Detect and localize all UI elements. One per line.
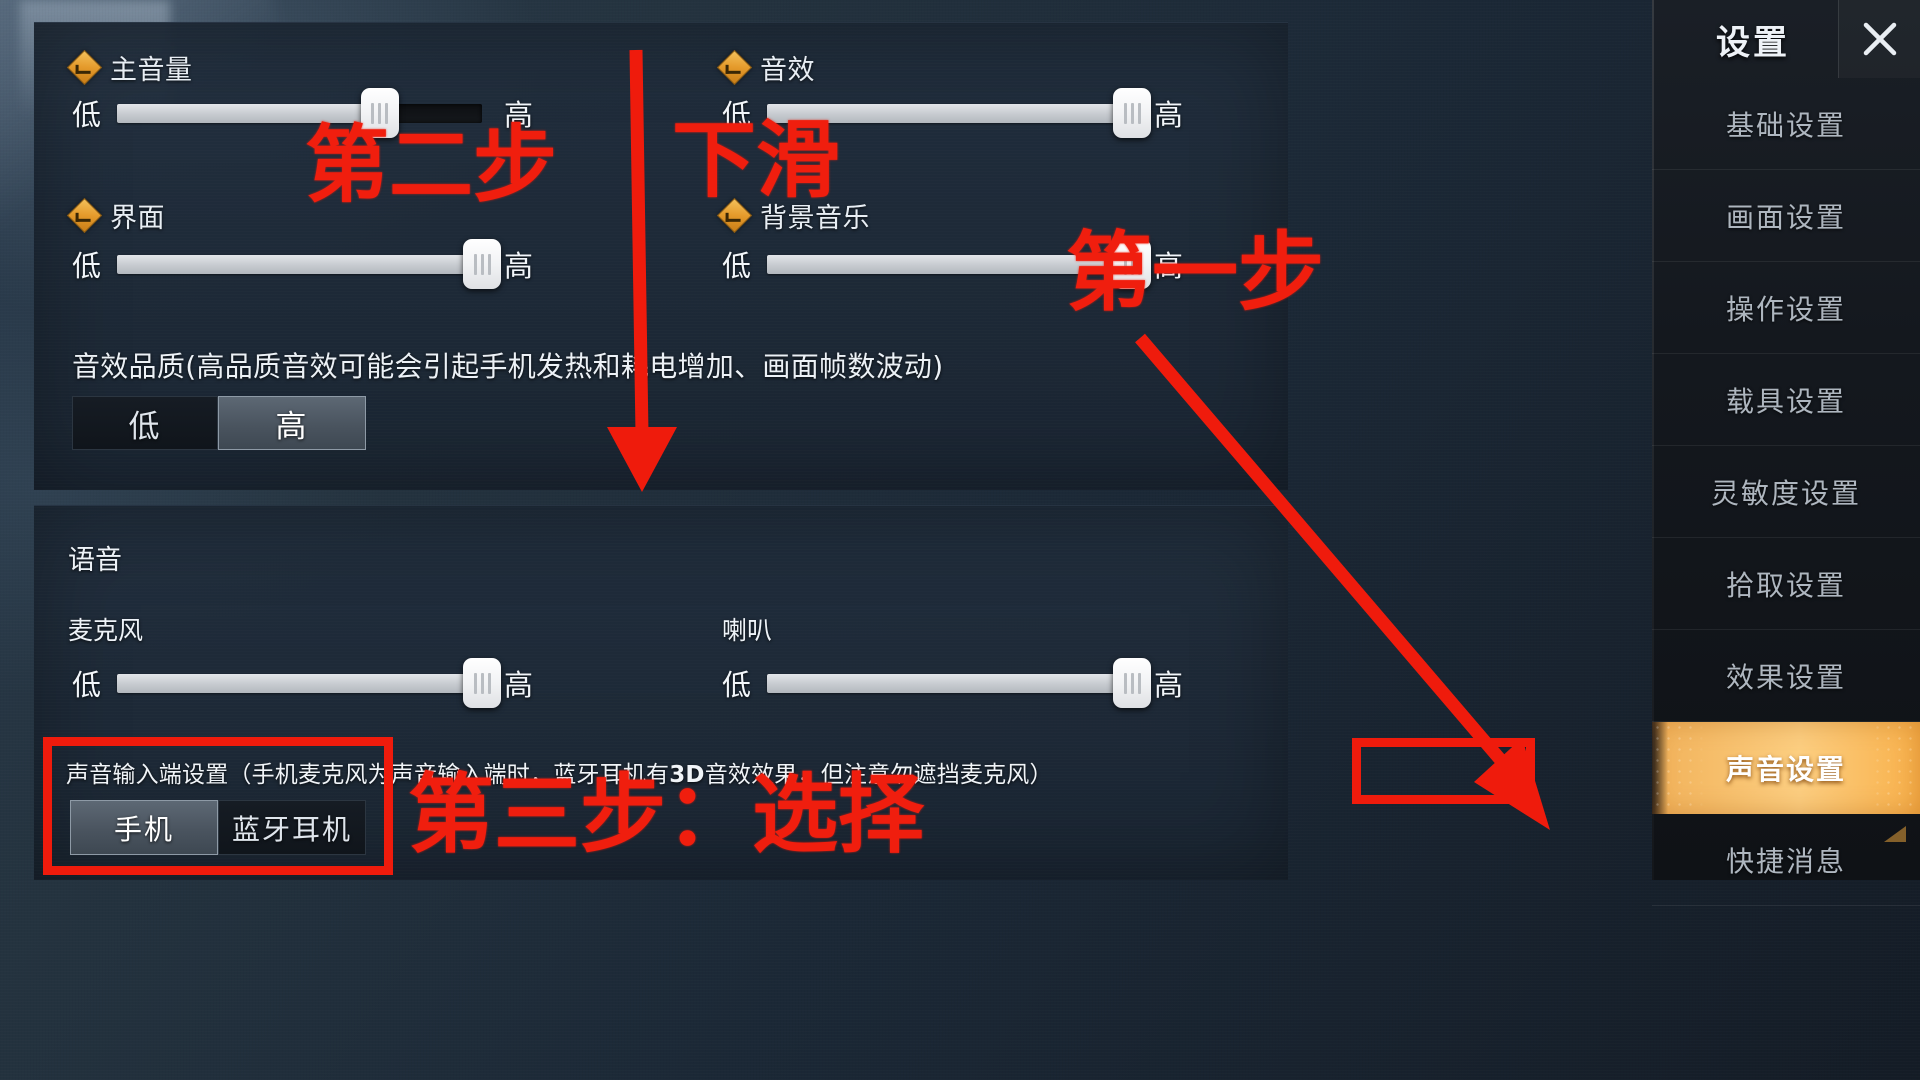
option-label-interface: 界面 xyxy=(66,196,165,235)
sound-input-option-bluetooth[interactable]: 蓝牙耳机 xyxy=(218,800,366,855)
checkbox-checked-icon[interactable] xyxy=(66,197,103,234)
sidebar-item-effect-settings[interactable]: 效果设置 xyxy=(1652,630,1920,722)
sound-input-option-phone[interactable]: 手机 xyxy=(70,800,218,855)
slider-row-master-volume[interactable]: 低 高 xyxy=(72,88,534,138)
sidebar-item-vehicle-settings[interactable]: 载具设置 xyxy=(1652,354,1920,446)
settings-sidebar: 设置 基础设置 画面设置 操作设置 载具设置 灵敏度设置 拾取设置 效果设置 声… xyxy=(1652,0,1920,906)
master-volume-track[interactable] xyxy=(117,88,483,138)
sidebar-item-label: 画面设置 xyxy=(1725,200,1846,234)
sidebar-header: 设置 xyxy=(1652,0,1920,78)
sound-effects-fill xyxy=(767,103,1133,123)
sidebar-item-sensitivity-settings[interactable]: 灵敏度设置 xyxy=(1652,446,1920,538)
sidebar-menu: 基础设置 画面设置 操作设置 载具设置 灵敏度设置 拾取设置 效果设置 声音设置… xyxy=(1652,78,1920,906)
sound-effects-knob[interactable] xyxy=(1113,88,1152,138)
sidebar-item-label: 载具设置 xyxy=(1725,384,1846,418)
interface-label: 界面 xyxy=(110,203,165,234)
option-label-master-volume: 主音量 xyxy=(66,48,193,87)
interface-knob[interactable] xyxy=(463,239,502,289)
microphone-label: 麦克风 xyxy=(68,616,144,645)
speaker-knob[interactable] xyxy=(1113,658,1152,708)
sidebar-item-sound-settings[interactable]: 声音设置 xyxy=(1652,722,1920,814)
background-music-knob[interactable] xyxy=(1113,239,1152,289)
sidebar-title: 设置 xyxy=(1716,22,1790,63)
microphone-fill xyxy=(117,673,483,693)
close-icon xyxy=(1863,22,1896,56)
sound-input-toggle-group[interactable]: 手机 蓝牙耳机 xyxy=(70,800,366,855)
sound-effects-track[interactable] xyxy=(767,88,1152,138)
option-label-background-music: 背景音乐 xyxy=(716,196,870,235)
sidebar-item-display-settings[interactable]: 画面设置 xyxy=(1652,170,1920,262)
speaker-label: 喇叭 xyxy=(722,616,773,645)
slider-row-background-music[interactable]: 低 高 xyxy=(722,239,1184,289)
slider-low-label: 低 xyxy=(722,668,752,702)
sound-input-desc-bold: 3D xyxy=(669,762,705,788)
slider-high-label: 高 xyxy=(1154,98,1184,132)
sidebar-item-basic-settings[interactable]: 基础设置 xyxy=(1652,78,1920,170)
sidebar-item-label: 操作设置 xyxy=(1725,292,1846,326)
interface-fill xyxy=(117,254,483,274)
slider-row-sound-effects[interactable]: 低 高 xyxy=(722,88,1184,138)
checkbox-checked-icon[interactable] xyxy=(716,197,753,234)
background-music-track[interactable] xyxy=(767,239,1152,289)
sidebar-item-label: 声音设置 xyxy=(1725,753,1846,786)
audio-quality-toggle-group[interactable]: 低 高 xyxy=(72,396,366,450)
slider-low-label: 低 xyxy=(72,98,102,132)
speaker-track[interactable] xyxy=(767,658,1152,708)
sound-effects-label: 音效 xyxy=(760,55,815,86)
sidebar-item-control-settings[interactable]: 操作设置 xyxy=(1652,262,1920,354)
sound-input-desc-part2: 音效效果，但注意勿遮挡麦克风） xyxy=(704,762,1053,788)
sidebar-item-quick-message[interactable]: 快捷消息 xyxy=(1652,814,1920,906)
option-label-sound-effects: 音效 xyxy=(716,48,815,87)
master-volume-knob[interactable] xyxy=(360,88,399,138)
audio-quality-description: 音效品质(高品质音效可能会引起手机发热和耗电增加、画面帧数波动) xyxy=(72,350,944,383)
sidebar-item-label: 基础设置 xyxy=(1725,108,1846,142)
slider-low-label: 低 xyxy=(722,98,752,132)
background-music-label: 背景音乐 xyxy=(760,203,870,234)
slider-high-label: 高 xyxy=(1154,249,1184,283)
audio-quality-option-low[interactable]: 低 xyxy=(72,396,218,450)
slider-high-label: 高 xyxy=(504,98,534,132)
sidebar-item-pickup-settings[interactable]: 拾取设置 xyxy=(1652,538,1920,630)
master-volume-fill xyxy=(117,103,380,123)
sound-input-desc-part1: 声音输入端设置（手机麦克风为声音输入端时，蓝牙耳机有 xyxy=(66,762,670,788)
sound-input-description: 声音输入端设置（手机麦克风为声音输入端时，蓝牙耳机有3D音效效果，但注意勿遮挡麦… xyxy=(66,755,1053,789)
sidebar-item-label: 灵敏度设置 xyxy=(1710,476,1861,510)
sidebar-item-label: 快捷消息 xyxy=(1725,844,1846,878)
slider-row-microphone[interactable]: 低 高 xyxy=(72,658,534,708)
audio-quality-option-high[interactable]: 高 xyxy=(218,396,366,450)
sidebar-item-label: 拾取设置 xyxy=(1725,568,1846,602)
sidebar-item-label: 效果设置 xyxy=(1725,660,1846,694)
slider-row-interface[interactable]: 低 高 xyxy=(72,239,534,289)
slider-low-label: 低 xyxy=(72,668,102,702)
slider-low-label: 低 xyxy=(722,249,752,283)
microphone-track[interactable] xyxy=(117,658,502,708)
close-button[interactable] xyxy=(1838,0,1920,78)
slider-high-label: 高 xyxy=(504,249,534,283)
speaker-fill xyxy=(767,673,1133,693)
slider-row-speaker[interactable]: 低 高 xyxy=(722,658,1184,708)
background-music-fill xyxy=(767,254,1133,274)
checkbox-checked-icon[interactable] xyxy=(66,49,103,86)
master-volume-label: 主音量 xyxy=(110,55,193,86)
slider-low-label: 低 xyxy=(72,249,102,283)
slider-high-label: 高 xyxy=(1154,668,1184,702)
interface-track[interactable] xyxy=(117,239,502,289)
checkbox-checked-icon[interactable] xyxy=(716,49,753,86)
voice-section-title: 语音 xyxy=(68,545,122,576)
microphone-knob[interactable] xyxy=(463,658,502,708)
app-root: 主音量 低 高 音效 低 高 界面 低 高 背景音乐 低 高 音效品质(高品质音… xyxy=(0,0,1920,1080)
slider-high-label: 高 xyxy=(504,668,534,702)
